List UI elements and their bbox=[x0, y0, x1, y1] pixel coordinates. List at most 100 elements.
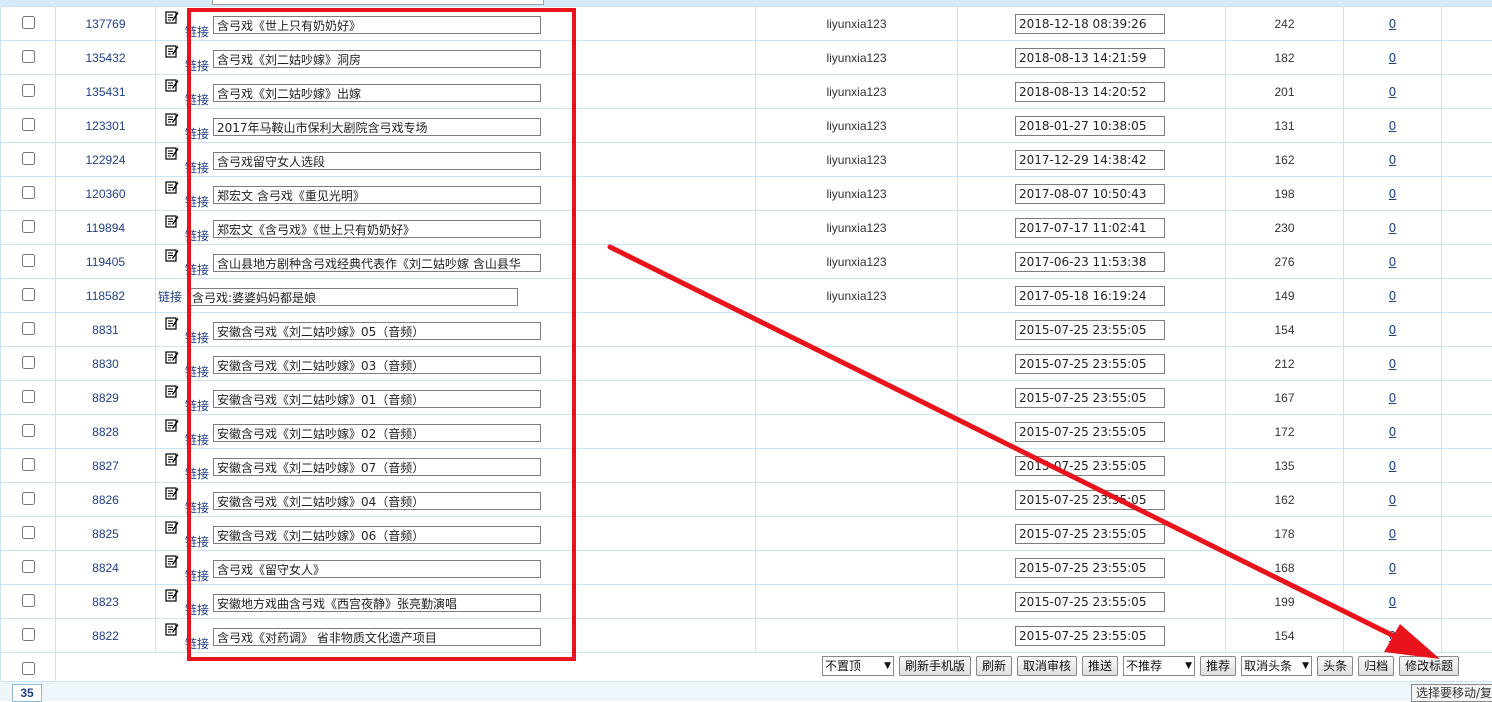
row-checkbox[interactable] bbox=[22, 390, 35, 403]
edit-icon[interactable] bbox=[165, 418, 179, 432]
title-input[interactable]: 2017年马鞍山市保利大剧院含弓戏专场 bbox=[213, 118, 541, 136]
title-input[interactable]: 安徽含弓戏《刘二姑吵嫁》02（音频） bbox=[213, 424, 541, 442]
edit-icon[interactable] bbox=[165, 554, 179, 568]
edit-icon[interactable] bbox=[165, 350, 179, 364]
edit-icon[interactable] bbox=[165, 622, 179, 636]
link-label[interactable]: 链接 bbox=[185, 227, 209, 244]
headline-button[interactable]: 头条 bbox=[1317, 656, 1353, 676]
comment-count-link[interactable]: 0 bbox=[1389, 561, 1397, 575]
date-input[interactable]: 2015-07-25 23:55:05 bbox=[1015, 592, 1165, 612]
edit-icon[interactable] bbox=[165, 588, 179, 602]
row-checkbox[interactable] bbox=[22, 254, 35, 267]
row-checkbox[interactable] bbox=[22, 186, 35, 199]
edit-icon[interactable] bbox=[165, 452, 179, 466]
title-input[interactable]: 安徽地方戏曲含弓戏《西宫夜静》张亮勤演唱 bbox=[213, 594, 541, 612]
date-input[interactable]: 2018-12-18 08:39:26 bbox=[1015, 14, 1165, 34]
edit-icon[interactable] bbox=[165, 10, 179, 24]
link-label[interactable]: 链接 bbox=[185, 465, 209, 482]
link-label[interactable]: 链接 bbox=[185, 635, 209, 652]
date-input[interactable]: 2015-07-25 23:55:05 bbox=[1015, 354, 1165, 374]
edit-icon[interactable] bbox=[165, 316, 179, 330]
comment-count-link[interactable]: 0 bbox=[1389, 527, 1397, 541]
title-input[interactable]: 安徽含弓戏《刘二姑吵嫁》05（音频） bbox=[213, 322, 541, 340]
date-input[interactable]: 2015-07-25 23:55:05 bbox=[1015, 490, 1165, 510]
edit-icon[interactable] bbox=[165, 44, 179, 58]
row-checkbox[interactable] bbox=[22, 118, 35, 131]
link-label[interactable]: 链接 bbox=[185, 125, 209, 142]
link-label[interactable]: 链接 bbox=[185, 193, 209, 210]
comment-count-link[interactable]: 0 bbox=[1389, 323, 1397, 337]
link-label[interactable]: 链接 bbox=[185, 533, 209, 550]
title-input[interactable]: 含弓戏:婆婆妈妈都是娘 bbox=[188, 288, 518, 306]
date-input[interactable]: 2015-07-25 23:55:05 bbox=[1015, 558, 1165, 578]
date-input[interactable]: 2017-05-18 16:19:24 bbox=[1015, 286, 1165, 306]
title-input[interactable]: 含山县地方剧种含弓戏经典代表作《刘二姑吵嫁 含山县华 bbox=[213, 254, 541, 272]
row-checkbox[interactable] bbox=[22, 220, 35, 233]
date-input[interactable]: 2017-12-29 14:38:42 bbox=[1015, 150, 1165, 170]
date-input[interactable]: 2018-08-13 14:20:52 bbox=[1015, 82, 1165, 102]
comment-count-link[interactable]: 0 bbox=[1389, 459, 1397, 473]
date-input[interactable]: 2015-07-25 23:55:05 bbox=[1015, 626, 1165, 646]
title-input[interactable]: 含弓戏《刘二姑吵嫁》出嫁 bbox=[213, 84, 541, 102]
comment-count-link[interactable]: 0 bbox=[1389, 595, 1397, 609]
cancel-review-button[interactable]: 取消审核 bbox=[1017, 656, 1077, 676]
row-checkbox[interactable] bbox=[22, 458, 35, 471]
headline-select[interactable]: 取消头条▼ bbox=[1241, 656, 1312, 676]
edit-icon[interactable] bbox=[165, 486, 179, 500]
date-input[interactable]: 2015-07-25 23:55:05 bbox=[1015, 388, 1165, 408]
comment-count-link[interactable]: 0 bbox=[1389, 153, 1397, 167]
row-checkbox[interactable] bbox=[22, 322, 35, 335]
archive-button[interactable]: 归档 bbox=[1358, 656, 1394, 676]
comment-count-link[interactable]: 0 bbox=[1389, 391, 1397, 405]
edit-icon[interactable] bbox=[165, 112, 179, 126]
row-checkbox[interactable] bbox=[22, 16, 35, 29]
title-input[interactable]: 安徽含弓戏《刘二姑吵嫁》03（音频） bbox=[213, 356, 541, 374]
comment-count-link[interactable]: 0 bbox=[1389, 357, 1397, 371]
title-input[interactable]: 安徽含弓戏《刘二姑吵嫁》04（音频） bbox=[213, 492, 541, 510]
edit-icon[interactable] bbox=[165, 180, 179, 194]
title-input[interactable]: 安徽含弓戏《刘二姑吵嫁》07（音频） bbox=[213, 458, 541, 476]
comment-count-link[interactable]: 0 bbox=[1389, 85, 1397, 99]
comment-count-link[interactable]: 0 bbox=[1389, 119, 1397, 133]
edit-icon[interactable] bbox=[165, 520, 179, 534]
comment-count-link[interactable]: 0 bbox=[1389, 187, 1397, 201]
date-input[interactable]: 2018-08-13 14:21:59 bbox=[1015, 48, 1165, 68]
link-label[interactable]: 链接 bbox=[185, 567, 209, 584]
row-checkbox[interactable] bbox=[22, 84, 35, 97]
edit-icon[interactable] bbox=[165, 214, 179, 228]
date-input[interactable]: 2015-07-25 23:55:05 bbox=[1015, 320, 1165, 340]
refresh-mobile-button[interactable]: 刷新手机版 bbox=[899, 656, 971, 676]
title-input[interactable]: 含弓戏《留守女人》 bbox=[213, 560, 541, 578]
link-label[interactable]: 链接 bbox=[185, 431, 209, 448]
link-label[interactable]: 链接 bbox=[185, 499, 209, 516]
select-all-checkbox[interactable] bbox=[22, 662, 35, 675]
comment-count-link[interactable]: 0 bbox=[1389, 629, 1397, 643]
title-input[interactable]: 郑宏文《含弓戏》《世上只有奶奶好》 bbox=[213, 220, 541, 238]
row-checkbox[interactable] bbox=[22, 492, 35, 505]
title-input[interactable]: 郑宏文 含弓戏《重见光明》 bbox=[213, 186, 541, 204]
comment-count-link[interactable]: 0 bbox=[1389, 255, 1397, 269]
top-select[interactable]: 不置顶▼ bbox=[822, 656, 894, 676]
link-label[interactable]: 链接 bbox=[185, 91, 209, 108]
link-label[interactable]: 链接 bbox=[185, 397, 209, 414]
push-button[interactable]: 推送 bbox=[1082, 656, 1118, 676]
comment-count-link[interactable]: 0 bbox=[1389, 221, 1397, 235]
date-input[interactable]: 2015-07-25 23:55:05 bbox=[1015, 524, 1165, 544]
date-input[interactable]: 2017-06-23 11:53:38 bbox=[1015, 252, 1165, 272]
row-checkbox[interactable] bbox=[22, 526, 35, 539]
edit-icon[interactable] bbox=[165, 384, 179, 398]
title-input[interactable]: 含弓戏《对药调》 省非物质文化遗产项目 bbox=[213, 628, 541, 646]
link-label[interactable]: 链接 bbox=[185, 363, 209, 380]
edit-title-button[interactable]: 修改标题 bbox=[1399, 656, 1459, 676]
date-input[interactable]: 2018-01-27 10:38:05 bbox=[1015, 116, 1165, 136]
refresh-button[interactable]: 刷新 bbox=[976, 656, 1012, 676]
link-label[interactable]: 链接 bbox=[185, 23, 209, 40]
comment-count-link[interactable]: 0 bbox=[1389, 289, 1397, 303]
link-label[interactable]: 链接 bbox=[185, 57, 209, 74]
comment-count-link[interactable]: 0 bbox=[1389, 17, 1397, 31]
row-checkbox[interactable] bbox=[22, 288, 35, 301]
link-label[interactable]: 链接 bbox=[185, 261, 209, 278]
comment-count-link[interactable]: 0 bbox=[1389, 425, 1397, 439]
page-number[interactable]: 35 bbox=[12, 684, 42, 702]
comment-count-link[interactable]: 0 bbox=[1389, 51, 1397, 65]
